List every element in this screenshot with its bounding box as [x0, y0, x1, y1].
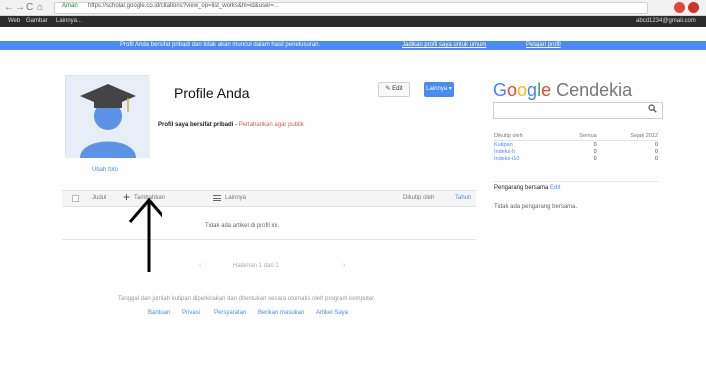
divider: [494, 181, 658, 182]
search-input[interactable]: [493, 102, 663, 119]
change-photo-link[interactable]: Ubah foto: [92, 167, 118, 173]
previous-page-icon[interactable]: ‹: [199, 262, 201, 269]
coauthors-edit-link[interactable]: Edit: [550, 185, 560, 191]
table-row: Indeks-i10 0 0: [494, 155, 658, 162]
account-email[interactable]: abcd1234@gmail.com: [636, 18, 696, 24]
footer-link-terms[interactable]: Persyaratan: [214, 310, 246, 316]
secure-label: Aman: [62, 3, 78, 9]
row-since: 0: [654, 148, 658, 155]
row-label[interactable]: Kutipan: [494, 141, 558, 149]
footer-link-privacy[interactable]: Privasi: [182, 310, 200, 316]
private-profile-banner: [0, 41, 706, 50]
footer-link-feedback[interactable]: Berikan masukan: [258, 310, 304, 316]
logo-letter: G: [493, 80, 508, 100]
apps-item-more[interactable]: Lainnya...: [56, 18, 82, 24]
header-cited-by: Dikutip oleh: [494, 132, 558, 141]
header-all[interactable]: Semua: [557, 132, 597, 141]
back-icon[interactable]: ←: [4, 2, 14, 13]
logo-cendekia: Cendekia: [556, 80, 633, 100]
coauthors-title: Pengarang bersama: [494, 185, 549, 191]
google-scholar-logo[interactable]: Google Cendekia: [493, 80, 632, 101]
google-apps-bar: Web Gambar Lainnya... abcd1234@gmail.com: [0, 16, 706, 27]
menu-icon[interactable]: [213, 195, 221, 201]
row-since: 0: [654, 141, 658, 148]
apps-item-web[interactable]: Web: [8, 18, 20, 24]
make-public-link[interactable]: Jadikan profil saya untuk umum: [402, 42, 486, 48]
url-text[interactable]: https://scholar.google.co.id/citations?v…: [88, 3, 279, 9]
more-actions-button[interactable]: Lainnya: [225, 195, 246, 201]
visibility-status: Profil saya bersifat pribadi: [158, 122, 234, 128]
avatar[interactable]: [65, 75, 150, 158]
annotation-arrow-icon: [128, 197, 162, 272]
header-since[interactable]: Sejak 2012: [596, 132, 658, 141]
table-header-row: Dikutip oleh Semua Sejak 2012: [494, 132, 658, 141]
graduate-avatar-icon: [66, 76, 150, 158]
row-all: 0: [593, 148, 597, 155]
keep-public-link[interactable]: Pertahankan agar publik: [239, 122, 304, 128]
empty-articles-message: Tidak ada artikel di profil ini.: [205, 223, 280, 229]
forward-icon[interactable]: →: [15, 2, 25, 13]
logo-letter: o: [507, 80, 518, 100]
logo-letter: o: [517, 80, 528, 100]
row-all: 0: [593, 155, 597, 162]
column-year[interactable]: Tahun: [455, 195, 471, 201]
row-label[interactable]: Indeks-i10: [494, 155, 558, 162]
select-checkbox[interactable]: [72, 195, 80, 202]
banner-text: Profil Anda bersifat pribadi dan tidak a…: [120, 42, 321, 48]
apps-item-images[interactable]: Gambar: [26, 18, 48, 24]
row-all: 0: [593, 141, 597, 148]
page-indicator: Halaman 1 dari 1: [233, 263, 279, 269]
column-cited-by[interactable]: Dikutip oleh: [403, 195, 434, 201]
extension-icon[interactable]: [674, 2, 685, 13]
table-row: Indeks-h 0 0: [494, 148, 658, 155]
row-since: 0: [654, 155, 658, 162]
table-row: Kutipan 0 0: [494, 141, 658, 149]
logo-letter: g: [527, 80, 538, 100]
next-page-icon[interactable]: ›: [343, 262, 345, 269]
logo-letter: e: [541, 80, 552, 100]
citation-stats-table: Dikutip oleh Semua Sejak 2012 Kutipan 0 …: [494, 132, 658, 162]
profile-visibility: Profil saya bersifat pribadi - Pertahank…: [158, 122, 304, 128]
reload-icon[interactable]: C: [26, 2, 33, 13]
coauthors-empty-message: Tidak ada pengarang bersama.: [494, 204, 578, 210]
edit-button[interactable]: ✎ Edit: [378, 82, 410, 97]
checkbox-icon: [72, 195, 79, 202]
footer-link-help[interactable]: Bantuan: [148, 310, 170, 316]
page-title: Profile Anda: [174, 85, 250, 101]
footer-link-my-articles[interactable]: Artikel Saya: [316, 310, 348, 316]
row-label[interactable]: Indeks-h: [494, 148, 558, 155]
column-title[interactable]: Judul: [92, 195, 106, 201]
more-button[interactable]: Lainnya ▾: [424, 82, 454, 97]
search-icon[interactable]: [648, 104, 657, 115]
browser-address-bar: ← → C ⌂ Aman https://scholar.google.co.i…: [0, 0, 706, 16]
extension-icon[interactable]: [688, 2, 699, 13]
footer-note: Tanggal dan jumlah kutipan diperkirakan …: [118, 296, 376, 302]
coauthors-heading: Pengarang bersama Edit: [494, 185, 560, 191]
learn-more-link[interactable]: Pelajari profil: [526, 42, 561, 48]
home-icon[interactable]: ⌂: [37, 2, 43, 13]
